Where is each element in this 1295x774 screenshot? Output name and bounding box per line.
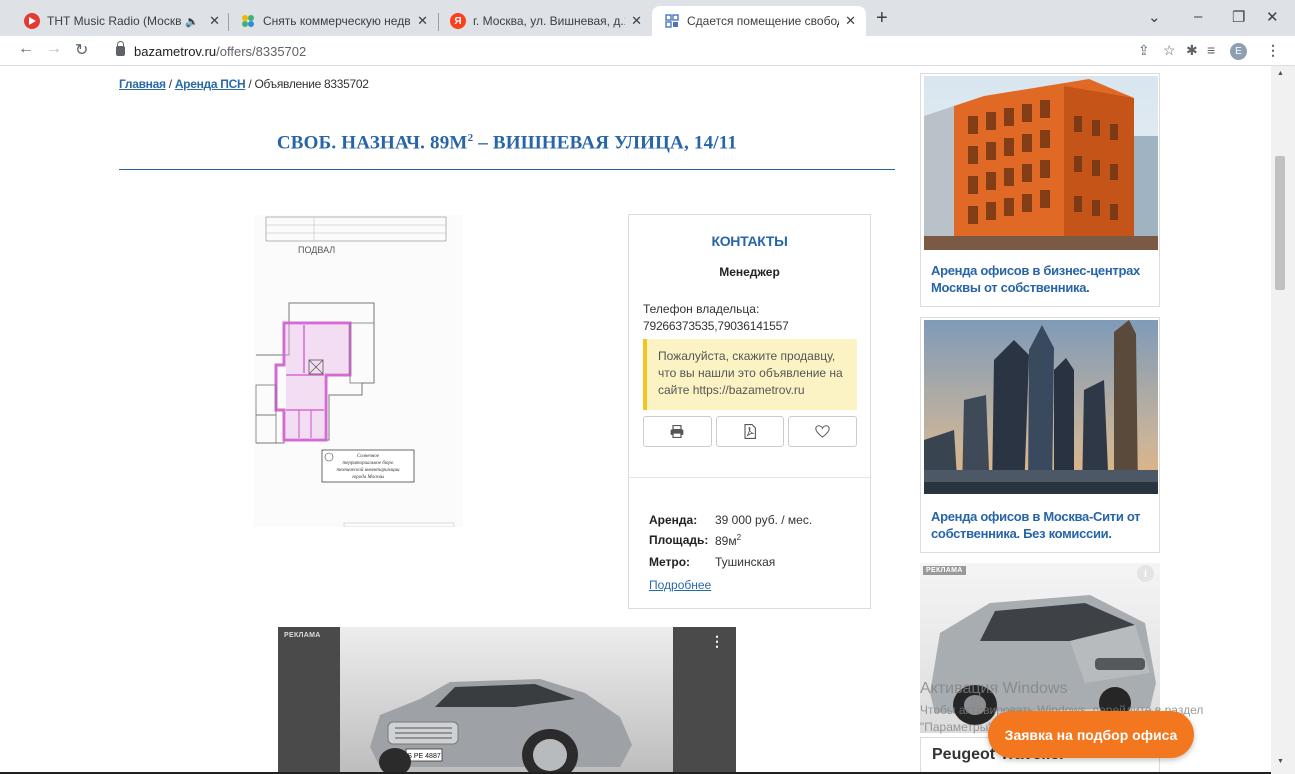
area-value: 89м2 [715, 533, 742, 548]
audio-icon[interactable]: 🔈 [185, 15, 199, 28]
tab-offer-active[interactable]: Сдается помещение свободно ✕ [652, 6, 866, 36]
scroll-down-arrow[interactable]: ▼ [1277, 758, 1284, 765]
office-request-button[interactable]: Заявка на подбор офиса [988, 711, 1194, 758]
ad-info-icon[interactable]: i [1137, 565, 1154, 582]
tab-strip: ТНТ Music Radio (Москва) – 🔈 ✕ Снять ком… [0, 0, 1295, 36]
address-bar[interactable]: bazametrov.ru/offers/8335702 [110, 39, 1130, 63]
dots-logo-icon [240, 13, 256, 29]
metro-label: Метро: [649, 555, 691, 569]
promo-image-skyline[interactable] [924, 320, 1158, 494]
stamp-line: Солнечное [357, 454, 380, 459]
minimize-button[interactable]: – [1194, 8, 1202, 25]
menu-icon[interactable]: ⋮ [1266, 42, 1280, 59]
yandex-icon: Я [450, 13, 466, 29]
tab-title: ТНТ Music Radio (Москва) – [47, 14, 182, 28]
close-tab-icon[interactable]: ✕ [417, 13, 428, 29]
sidebar-promo-moscow-city[interactable]: Аренда офисов в Москва-Сити от собственн… [920, 317, 1160, 553]
lock-icon[interactable] [116, 41, 125, 56]
car-advertisement[interactable]: РЕКЛАМА S PE 4887 ⋮ [278, 627, 736, 774]
scroll-up-arrow[interactable]: ▲ [1277, 70, 1284, 77]
notice-box: Пожалуйста, скажите продавцу, что вы наш… [643, 339, 857, 410]
promo-caption[interactable]: Аренда офисов в Москва-Сити от собственн… [931, 508, 1151, 542]
favorite-button[interactable] [788, 416, 858, 447]
browser-toolbar: ← → ↻ bazametrov.ru/offers/8335702 ⇪ ☆ ✱… [0, 36, 1295, 66]
tab-commercial[interactable]: Снять коммерческую недвижи ✕ [228, 6, 438, 36]
breadcrumb-current: Объявление 8335702 [254, 77, 369, 91]
tab-title: г. Москва, ул. Вишневая, д.14/11 [473, 14, 625, 28]
floorplan-image[interactable]: ПОДВАЛ Солнечное территориальное бюро те… [254, 215, 463, 527]
tab-search-icon[interactable]: ⌄ [1148, 8, 1161, 26]
metro-row: Метро: Тушинская [649, 555, 775, 569]
metro-value: Тушинская [715, 555, 776, 569]
youtube-icon [24, 13, 40, 29]
title-divider [119, 169, 895, 170]
close-window-button[interactable]: ✕ [1266, 8, 1279, 26]
url-text[interactable]: bazametrov.ru/offers/8335702 [134, 44, 306, 59]
printer-icon [670, 425, 684, 438]
windows-watermark-title: Активация Windows [920, 680, 1068, 697]
promo-image-building[interactable] [924, 76, 1158, 250]
stamp-line: города Москвы [352, 475, 385, 480]
restore-button[interactable]: ❐ [1232, 8, 1245, 26]
sidebar-promo-business-centers[interactable]: Аренда офисов в бизнес-центрах Москвы от… [920, 73, 1160, 307]
heart-icon [815, 425, 830, 438]
tab-title: Снять коммерческую недвижи [263, 14, 411, 28]
card-actions [643, 416, 858, 447]
rent-label: Аренда: [649, 513, 698, 527]
page-title: СВОБ. НАЗНАЧ. 89М2 – ВИШНЕВАЯ УЛИЦА, 14/… [276, 132, 738, 154]
breadcrumb-home-link[interactable]: Главная [119, 77, 166, 91]
ad-menu-icon[interactable]: ⋮ [710, 633, 724, 650]
license-plate: S PE 4887 [407, 753, 441, 760]
ad-image[interactable]: S PE 4887 [340, 627, 673, 774]
share-icon[interactable]: ⇪ [1138, 42, 1150, 59]
phone-label: Телефон владельца: [643, 302, 760, 316]
tab-yandex[interactable]: Я г. Москва, ул. Вишневая, д.14/11 ✕ [438, 6, 652, 36]
bookmark-star-icon[interactable]: ☆ [1163, 42, 1176, 59]
page-content: Главная / Аренда ПСН / Объявление 833570… [0, 66, 1295, 774]
print-button[interactable] [643, 416, 712, 447]
floorplan-label: ПОДВАЛ [298, 245, 335, 255]
card-divider [629, 477, 870, 478]
close-tab-icon[interactable]: ✕ [209, 13, 220, 29]
area-label: Площадь: [649, 533, 709, 547]
contacts-card: КОНТАКТЫ Менеджер Телефон владельца: 792… [628, 214, 871, 609]
extensions-icon[interactable]: ✱ [1186, 42, 1198, 59]
ad-label: РЕКЛАМА [923, 566, 966, 575]
new-tab-button[interactable]: + [876, 7, 888, 30]
breadcrumb-separator: / [165, 77, 175, 91]
pdf-button[interactable] [715, 416, 785, 447]
back-button[interactable]: ← [18, 40, 34, 58]
tab-title: Сдается помещение свободно [687, 14, 839, 28]
rent-value: 39 000 руб. / мес. [715, 513, 813, 527]
profile-avatar[interactable]: E [1230, 43, 1247, 60]
contact-role: Менеджер [719, 265, 780, 279]
site-grid-icon [664, 13, 680, 29]
stamp-line: технической инвентаризации [336, 467, 400, 473]
tab-radio[interactable]: ТНТ Music Radio (Москва) – 🔈 ✕ [12, 6, 230, 36]
reload-button[interactable]: ↻ [75, 40, 88, 60]
reading-list-icon[interactable]: ≡ [1207, 42, 1215, 58]
contacts-title: КОНТАКТЫ [711, 233, 788, 249]
windows-watermark-line: "Параметры". [920, 720, 996, 734]
forward-button[interactable]: → [46, 40, 62, 58]
pdf-icon [744, 424, 756, 439]
close-tab-icon[interactable]: ✕ [845, 13, 856, 29]
breadcrumb: Главная / Аренда ПСН / Объявление 833570… [119, 77, 369, 91]
stamp-line: территориальное бюро [343, 461, 394, 466]
scrollbar-thumb[interactable] [1275, 156, 1285, 290]
close-tab-icon[interactable]: ✕ [631, 13, 642, 29]
phone-number[interactable]: 79266373535,79036141557 [643, 319, 789, 333]
page-scrollbar[interactable]: ▲ ▼ [1271, 66, 1295, 774]
ad-label: РЕКЛАМА [284, 632, 321, 639]
rent-row: Аренда: 39 000 руб. / мес. [649, 513, 812, 527]
promo-caption[interactable]: Аренда офисов в бизнес-центрах Москвы от… [931, 262, 1151, 296]
more-details-link[interactable]: Подробнее [649, 578, 711, 592]
breadcrumb-category-link[interactable]: Аренда ПСН [175, 77, 246, 91]
area-row: Площадь: 89м2 [649, 533, 741, 548]
